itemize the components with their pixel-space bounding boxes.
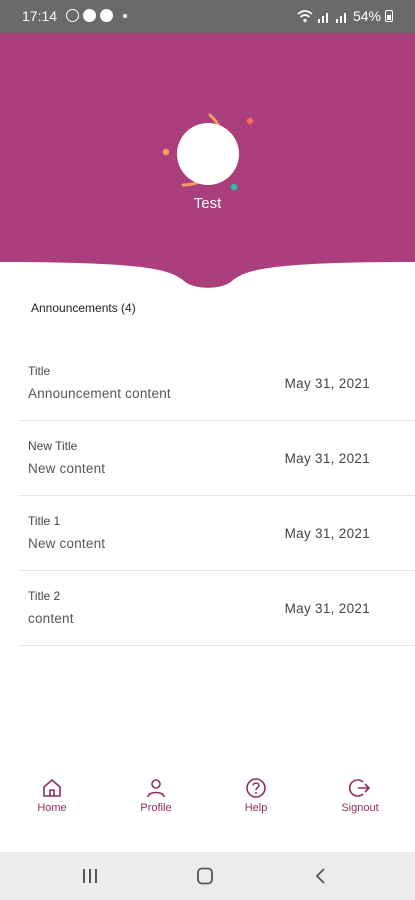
signal-icon xyxy=(335,12,346,23)
profile-header: Test xyxy=(0,33,415,293)
item-content: content xyxy=(28,611,74,626)
nav-signout[interactable]: Signout xyxy=(320,777,400,814)
announcement-list: Title Announcement content May 31, 2021 … xyxy=(18,346,415,646)
item-content: Announcement content xyxy=(28,386,171,401)
item-title: Title 2 xyxy=(28,589,61,603)
home-icon xyxy=(43,779,61,797)
nav-home-label: Home xyxy=(37,802,67,814)
avatar[interactable] xyxy=(161,107,257,203)
status-bar: 17:14 54% xyxy=(0,0,415,33)
status-time: 17:14 xyxy=(22,8,58,24)
person-icon xyxy=(147,779,165,798)
battery-percent: 54% xyxy=(352,8,381,24)
list-item[interactable]: Title Announcement content May 31, 2021 xyxy=(18,346,415,421)
item-date: May 31, 2021 xyxy=(284,451,370,466)
item-title: Title 1 xyxy=(28,514,61,528)
skype-icon xyxy=(100,9,113,22)
item-title: New Title xyxy=(28,439,78,453)
signout-icon xyxy=(349,779,371,797)
item-content: New content xyxy=(28,461,106,476)
back-icon[interactable] xyxy=(313,868,329,884)
help-icon xyxy=(246,778,266,798)
list-item[interactable]: New Title New content May 31, 2021 xyxy=(18,421,415,496)
nav-home[interactable]: Home xyxy=(12,777,92,814)
item-date: May 31, 2021 xyxy=(284,601,370,616)
nav-help-label: Help xyxy=(244,802,268,814)
list-item[interactable]: Title 1 New content May 31, 2021 xyxy=(18,496,415,571)
item-date: May 31, 2021 xyxy=(284,526,370,541)
nav-signout-label: Signout xyxy=(341,802,379,814)
notification-dot-icon xyxy=(123,13,127,18)
status-indicators: 54% xyxy=(297,8,393,24)
list-item[interactable]: Title 2 content May 31, 2021 xyxy=(18,571,415,646)
nav-help[interactable]: Help xyxy=(216,777,296,814)
avatar-image xyxy=(177,123,239,185)
whatsapp-icon xyxy=(66,9,79,22)
battery-icon xyxy=(385,10,393,22)
status-app-icons xyxy=(66,9,127,22)
user-name: Test xyxy=(193,195,222,212)
bottom-navigation: Home Profile Help Signout xyxy=(0,765,415,852)
announcements-heading: Announcements (4) xyxy=(31,301,136,315)
item-content: New content xyxy=(28,536,106,551)
nav-profile-label: Profile xyxy=(140,802,172,814)
signal-icon xyxy=(317,12,328,23)
skype-icon xyxy=(83,9,96,22)
recents-icon[interactable] xyxy=(80,868,100,884)
nav-profile[interactable]: Profile xyxy=(116,777,196,814)
item-date: May 31, 2021 xyxy=(284,376,370,391)
item-title: Title xyxy=(28,364,51,378)
home-circle-icon[interactable] xyxy=(195,867,215,885)
wifi-icon xyxy=(297,9,313,22)
system-navigation-bar xyxy=(0,852,415,900)
